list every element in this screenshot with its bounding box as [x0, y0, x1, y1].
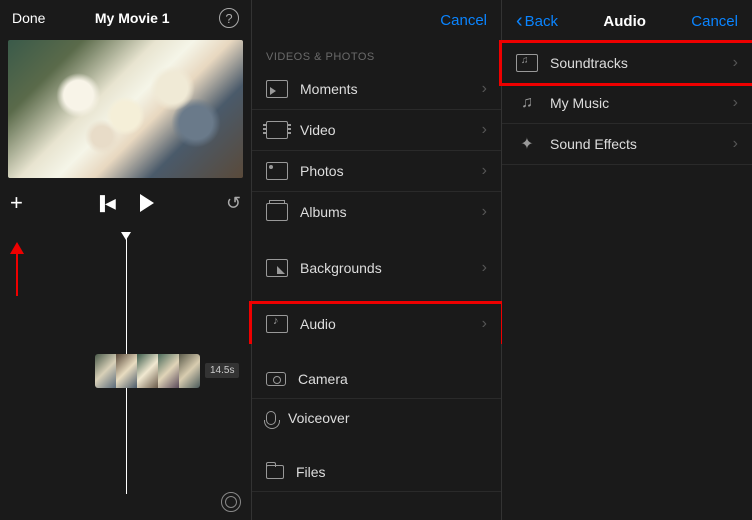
done-button[interactable]: Done	[12, 10, 45, 26]
audio-header: ‹Back Audio Cancel	[502, 0, 752, 43]
chevron-right-icon: ›	[733, 94, 738, 112]
camera-item[interactable]: Camera	[252, 360, 501, 399]
media-picker-header: Cancel	[252, 0, 501, 37]
video-icon	[266, 121, 288, 139]
soundtracks-item[interactable]: Soundtracks ›	[499, 40, 752, 86]
editor-panel: Done My Movie 1 ? + ▐◀ ↻ 14.5s	[0, 0, 252, 520]
chevron-right-icon: ›	[482, 162, 487, 180]
video-clip[interactable]	[95, 354, 200, 388]
audio-label: Audio	[300, 316, 336, 332]
clip-duration-label: 14.5s	[205, 363, 239, 378]
video-label: Video	[300, 122, 336, 138]
editor-header: Done My Movie 1 ?	[0, 0, 251, 36]
settings-button[interactable]	[221, 492, 241, 512]
voiceover-item[interactable]: Voiceover	[252, 399, 501, 437]
center-controls: ▐◀	[95, 194, 154, 212]
media-picker-panel: Cancel VIDEOS & PHOTOS Moments › Video ›…	[252, 0, 502, 520]
files-icon	[266, 465, 284, 479]
undo-button[interactable]: ↻	[226, 193, 241, 214]
mymusic-item[interactable]: ♫ My Music ›	[502, 83, 752, 124]
camera-icon	[266, 372, 286, 386]
mymusic-label: My Music	[550, 95, 609, 111]
chevron-right-icon: ›	[482, 121, 487, 139]
help-button[interactable]: ?	[219, 8, 239, 28]
albums-item[interactable]: Albums ›	[252, 192, 501, 232]
timeline[interactable]: 14.5s	[0, 234, 251, 514]
photos-icon	[266, 162, 288, 180]
moments-item[interactable]: Moments ›	[252, 69, 501, 110]
audio-panel: ‹Back Audio Cancel Soundtracks › ♫ My Mu…	[502, 0, 752, 520]
chevron-right-icon: ›	[482, 203, 487, 221]
voiceover-icon	[266, 411, 276, 425]
albums-label: Albums	[300, 204, 347, 220]
camera-label: Camera	[298, 371, 348, 387]
add-media-button[interactable]: +	[10, 190, 23, 216]
photos-item[interactable]: Photos ›	[252, 151, 501, 192]
voiceover-label: Voiceover	[288, 410, 349, 426]
video-item[interactable]: Video ›	[252, 110, 501, 151]
chevron-right-icon: ›	[482, 315, 487, 333]
mymusic-icon: ♫	[516, 94, 538, 112]
playback-controls: + ▐◀ ↻	[0, 182, 251, 224]
backgrounds-item[interactable]: Backgrounds ›	[252, 248, 501, 288]
cancel-button[interactable]: Cancel	[691, 13, 738, 30]
back-button[interactable]: ‹Back	[516, 10, 558, 33]
soundtracks-label: Soundtracks	[550, 55, 628, 71]
cancel-button[interactable]: Cancel	[440, 12, 487, 29]
play-button[interactable]	[140, 194, 154, 212]
audio-title: Audio	[603, 13, 646, 30]
backgrounds-label: Backgrounds	[300, 260, 382, 276]
soundfx-label: Sound Effects	[550, 136, 637, 152]
chevron-right-icon: ›	[733, 135, 738, 153]
chevron-right-icon: ›	[733, 54, 738, 72]
photos-label: Photos	[300, 163, 344, 179]
backgrounds-icon	[266, 259, 288, 277]
previous-button[interactable]: ▐◀	[95, 195, 116, 212]
audio-icon	[266, 315, 288, 333]
chevron-left-icon: ‹	[516, 10, 523, 33]
chevron-right-icon: ›	[482, 259, 487, 277]
soundtracks-icon	[516, 54, 538, 72]
albums-icon	[266, 203, 288, 221]
project-title: My Movie 1	[45, 10, 219, 26]
soundfx-item[interactable]: ✦ Sound Effects ›	[502, 124, 752, 165]
moments-label: Moments	[300, 81, 358, 97]
audio-item[interactable]: Audio ›	[249, 301, 504, 344]
section-header: VIDEOS & PHOTOS	[252, 37, 501, 69]
video-preview[interactable]	[8, 40, 243, 178]
soundfx-icon: ✦	[516, 135, 538, 153]
files-item[interactable]: Files	[252, 453, 501, 492]
moments-icon	[266, 80, 288, 98]
files-label: Files	[296, 464, 326, 480]
chevron-right-icon: ›	[482, 80, 487, 98]
